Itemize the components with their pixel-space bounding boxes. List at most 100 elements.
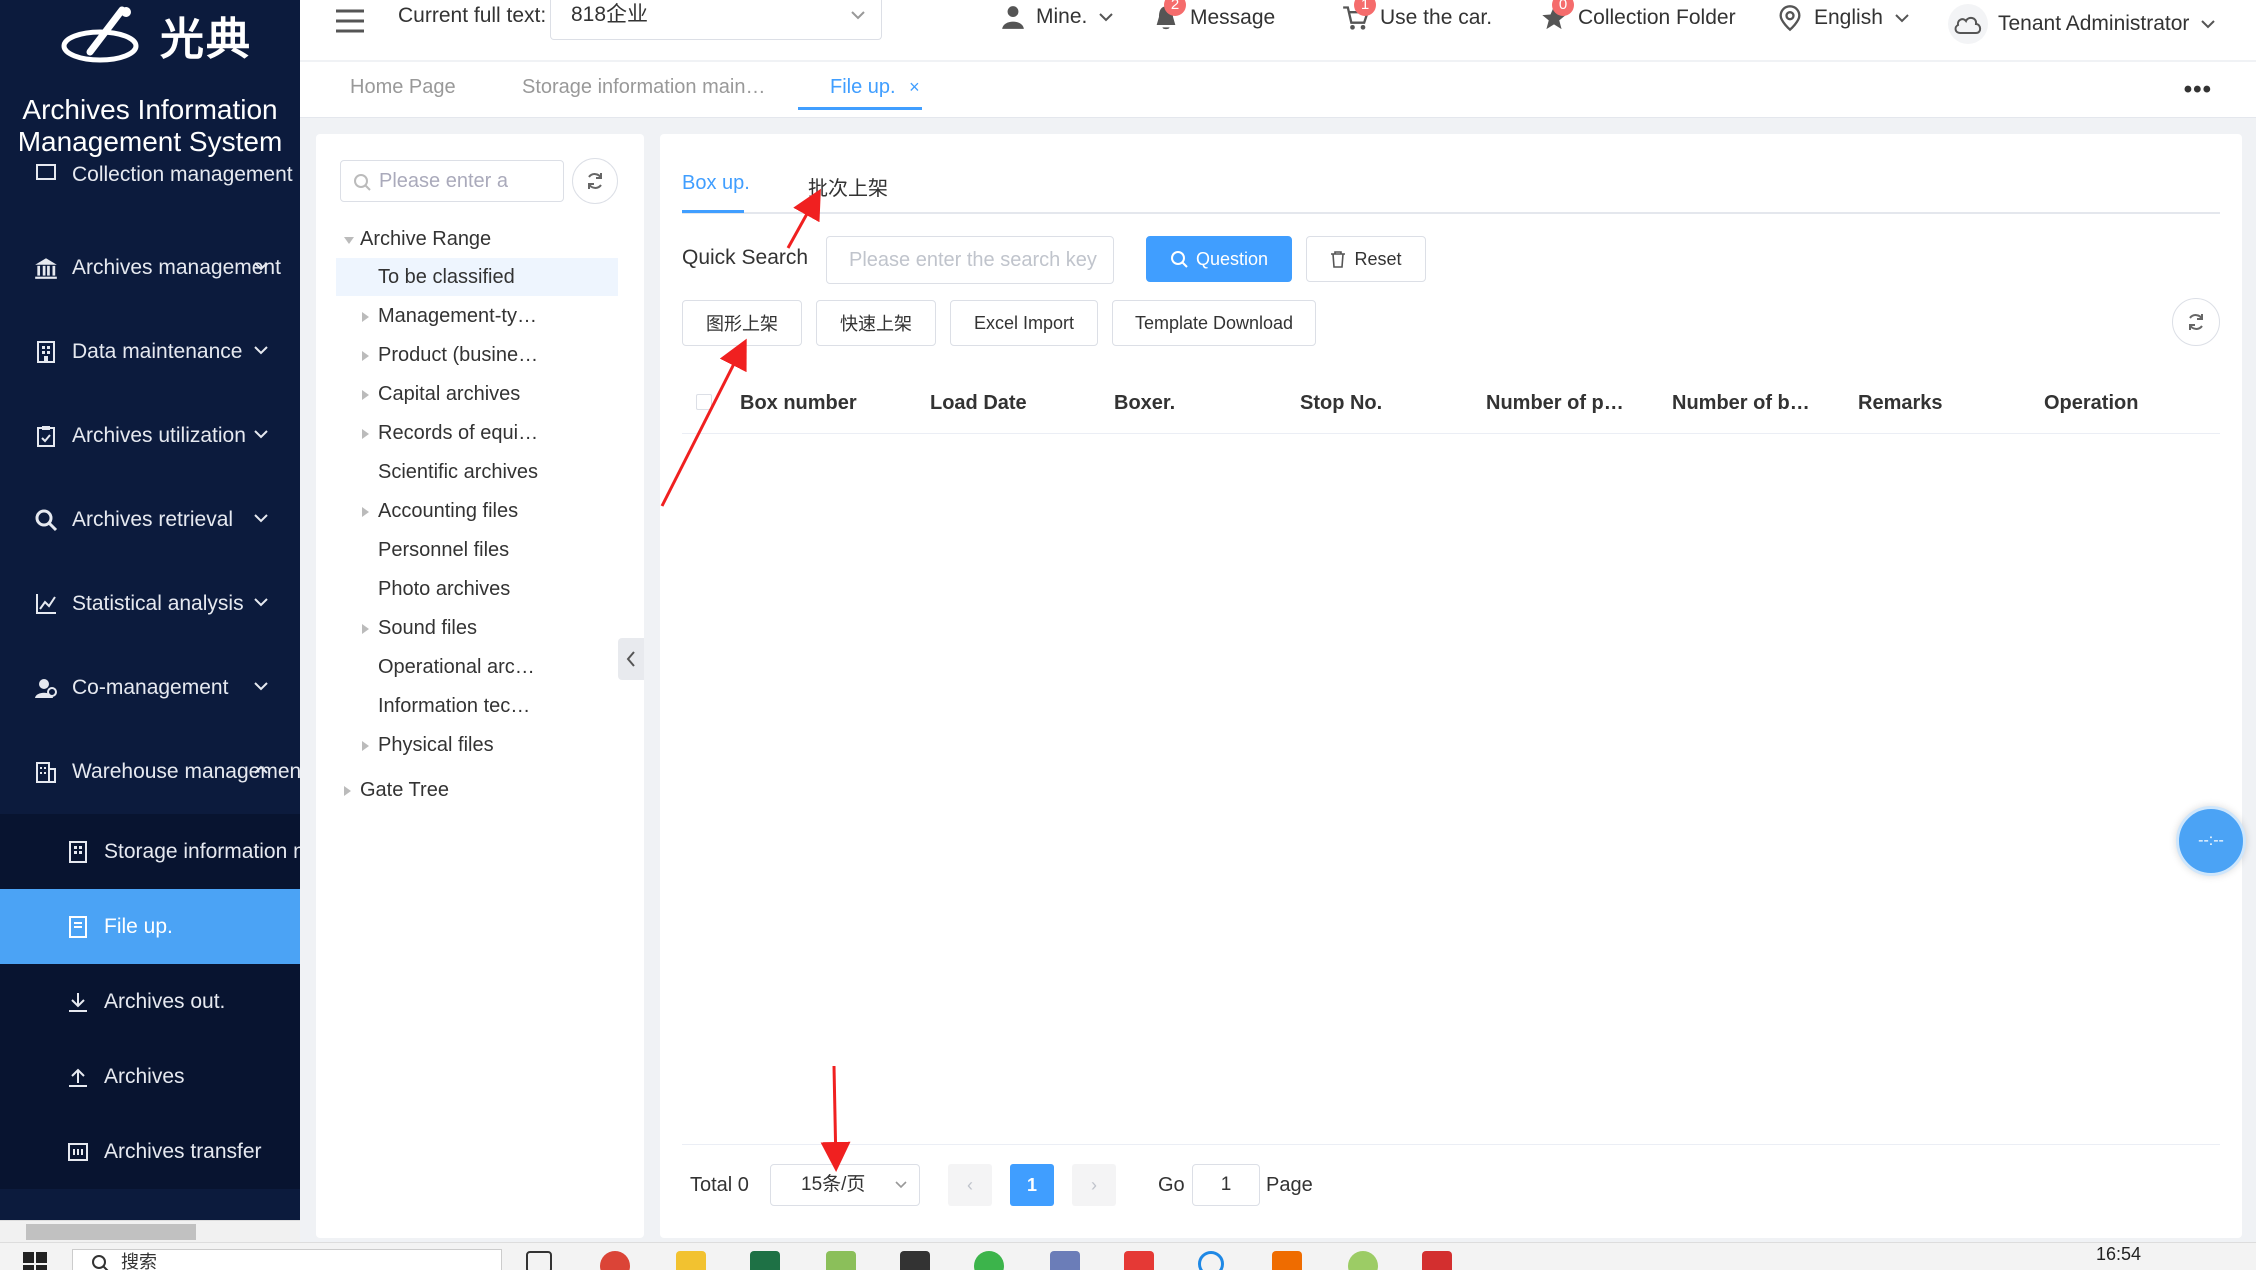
table-refresh-button[interactable] (2172, 298, 2220, 346)
graphic-shelving-button[interactable]: 图形上架 (682, 300, 802, 346)
task-view-icon[interactable] (526, 1251, 552, 1270)
transfer-icon (64, 1138, 92, 1166)
sidebar-item-archives-utilization[interactable]: Archives utilization (0, 406, 300, 466)
refresh-icon (2189, 314, 2203, 330)
app-icon[interactable] (1272, 1251, 1302, 1270)
app-icon[interactable] (1422, 1251, 1452, 1270)
template-download-button[interactable]: Template Download (1112, 300, 1316, 346)
chevron-left-icon (626, 651, 635, 667)
chevron-up-icon (254, 765, 268, 774)
sidebar-item-collection-management[interactable]: Collection management (0, 155, 300, 195)
subtab-box-up[interactable]: Box up. (682, 172, 750, 195)
page-size-select[interactable]: 15条/页 (770, 1164, 920, 1206)
download-icon (64, 988, 92, 1016)
column-header-boxer[interactable]: Boxer. (1114, 374, 1284, 432)
tree-node-sound-files[interactable]: Sound files (362, 609, 477, 647)
excel-import-button[interactable]: Excel Import (950, 300, 1098, 346)
fulltext-select[interactable]: 818企业 (550, 0, 882, 40)
tree-node-personnel-files[interactable]: Personnel files (362, 531, 509, 569)
close-icon[interactable]: × (909, 77, 920, 97)
sidebar-item-archives-retrieval[interactable]: Archives retrieval (0, 490, 300, 550)
excel-icon[interactable] (750, 1251, 780, 1270)
sidebar-item-statistical-analysis[interactable]: Statistical analysis (0, 574, 300, 634)
taskbar-search-box[interactable]: 搜索 (72, 1249, 502, 1270)
column-header-stop-no[interactable]: Stop No. (1300, 374, 1470, 432)
sidebar-item-warehouse-management[interactable]: Warehouse management (0, 742, 300, 802)
search-icon (32, 506, 60, 534)
tree-node-management-type[interactable]: Management-ty… (362, 297, 537, 335)
question-button[interactable]: Question (1146, 236, 1292, 282)
sidebar-item-archives-management[interactable]: Archives management (0, 238, 300, 298)
tree-node-archive-range[interactable]: Archive Range (344, 220, 491, 258)
browser-icon[interactable] (1198, 1251, 1224, 1270)
sidebar-subitem-storage-information[interactable]: Storage information m (0, 814, 300, 889)
user-menu[interactable]: Tenant Administrator (1948, 4, 2217, 44)
pagination-total: Total 0 (690, 1174, 749, 1196)
sidebar-subitem-file-up[interactable]: File up. (0, 889, 300, 964)
message-link[interactable]: 2 Message (1152, 0, 1275, 32)
app-icon[interactable] (1050, 1251, 1080, 1270)
sidebar-scrollbar[interactable] (0, 1220, 300, 1242)
wps-icon[interactable] (1124, 1251, 1154, 1270)
logo-icon (61, 6, 139, 63)
column-header-number-of-pages[interactable]: Number of p… (1486, 374, 1646, 432)
tree-node-accounting-files[interactable]: Accounting files (362, 492, 518, 530)
more-icon[interactable]: ••• (2184, 76, 2212, 104)
column-header-load-date[interactable]: Load Date (930, 374, 1100, 432)
sidebar-item-data-maintenance[interactable]: Data maintenance (0, 322, 300, 382)
folder-icon[interactable] (676, 1251, 706, 1270)
os-taskbar: 搜索 16:54 (0, 1242, 2256, 1270)
chevron-down-icon (1895, 14, 1909, 23)
sidebar-item-co-management[interactable]: Co-management (0, 658, 300, 718)
quick-search-input[interactable] (826, 236, 1114, 284)
column-header-box-number[interactable]: Box number (740, 374, 910, 432)
sidebar-subitem-archives-transfer[interactable]: Archives transfer (0, 1114, 300, 1189)
tree-node-operational-archives[interactable]: Operational arc… (362, 648, 535, 686)
mine-menu[interactable]: Mine. (1000, 4, 1115, 30)
prev-page-button[interactable]: ‹ (948, 1164, 992, 1206)
windows-start-icon[interactable] (22, 1251, 48, 1270)
notepad-icon[interactable] (826, 1251, 856, 1270)
caret-down-icon (344, 237, 354, 244)
fulltext-label: Current full text: (398, 4, 547, 27)
building-icon (64, 838, 92, 866)
language-select[interactable]: English (1776, 4, 1911, 32)
tab-storage-information[interactable]: Storage information main… (522, 76, 765, 99)
scrollbar-thumb[interactable] (26, 1224, 196, 1240)
cart-link[interactable]: 1 Use the car. (1342, 0, 1492, 32)
collection-folder-link[interactable]: 0 Collection Folder (1540, 0, 1736, 32)
app-icon[interactable] (1348, 1251, 1378, 1270)
tree-node-product[interactable]: Product (busine… (362, 336, 538, 374)
column-header-number-of-boxes[interactable]: Number of b… (1672, 374, 1832, 432)
wechat-icon[interactable] (974, 1251, 1004, 1270)
chrome-icon[interactable] (600, 1251, 630, 1270)
next-page-button[interactable]: › (1072, 1164, 1116, 1206)
terminal-icon[interactable] (900, 1251, 930, 1270)
tab-home-page[interactable]: Home Page (350, 76, 456, 99)
reset-button[interactable]: Reset (1306, 236, 1426, 282)
tree-node-physical-files[interactable]: Physical files (362, 726, 494, 764)
collapse-tree-button[interactable] (618, 638, 644, 680)
goto-page-input[interactable] (1192, 1164, 1260, 1206)
page-number-1[interactable]: 1 (1010, 1164, 1054, 1206)
tree-node-to-be-classified[interactable]: To be classified (362, 258, 515, 296)
quick-shelving-button[interactable]: 快速上架 (816, 300, 936, 346)
sidebar-subitem-archives[interactable]: Archives (0, 1039, 300, 1114)
tree-node-scientific-archives[interactable]: Scientific archives (362, 453, 538, 491)
menu-icon[interactable] (334, 8, 366, 34)
tree-search-input[interactable]: Please enter a (340, 160, 564, 202)
sidebar-subitem-archives-out[interactable]: Archives out. (0, 964, 300, 1039)
column-header-remarks[interactable]: Remarks (1858, 374, 2018, 432)
subtab-active-indicator (682, 210, 744, 213)
tab-file-up[interactable]: File up. × (830, 76, 920, 99)
tree-node-information-technology[interactable]: Information tec… (362, 687, 530, 725)
tree-node-records-of-equipment[interactable]: Records of equi… (362, 414, 538, 452)
tree-node-photo-archives[interactable]: Photo archives (362, 570, 510, 608)
tree-node-capital-archives[interactable]: Capital archives (362, 375, 520, 413)
caret-right-icon (362, 312, 369, 322)
floating-clock-widget[interactable]: --:-- (2176, 806, 2246, 876)
tree-refresh-button[interactable] (572, 158, 618, 204)
subtab-batch-shelving[interactable]: 批次上架 (808, 172, 888, 201)
tree-node-gate-tree[interactable]: Gate Tree (344, 771, 449, 809)
select-all-checkbox[interactable] (696, 394, 712, 410)
